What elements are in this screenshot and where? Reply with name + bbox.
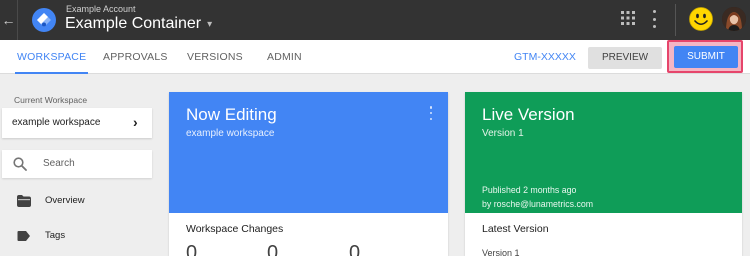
account-name: Example Account (66, 4, 136, 14)
change-count: 0 (186, 242, 198, 256)
tag-icon (17, 231, 30, 241)
search-input[interactable]: Search (2, 150, 152, 178)
tab-approvals[interactable]: APPROVALS (103, 40, 168, 74)
top-bar: ← Example Account Example Container ▾ (0, 0, 750, 40)
current-workspace-label: Current Workspace (14, 95, 88, 105)
published-time: Published 2 months ago (482, 185, 577, 195)
grid-apps-icon[interactable] (621, 11, 635, 25)
container-selector[interactable]: Example Container ▾ (65, 15, 212, 33)
change-count: 0 (267, 242, 279, 256)
workspace-name: example workspace (12, 117, 101, 128)
arrow-back-icon: ← (1, 12, 16, 28)
caret-down-icon: ▾ (207, 18, 213, 30)
card-menu-icon[interactable] (429, 106, 433, 120)
now-editing-card: Now Editing example workspace Workspace … (169, 92, 448, 256)
sidebar-item-overview[interactable]: Overview (2, 190, 152, 212)
search-placeholder: Search (43, 158, 75, 169)
sidebar-item-label: Overview (45, 195, 85, 206)
now-editing-workspace: example workspace (186, 128, 275, 139)
submit-button[interactable]: SUBMIT (674, 46, 738, 68)
live-version-number: Version 1 (482, 128, 524, 139)
live-version-header[interactable]: Live Version Version 1 Published 2 month… (465, 92, 742, 213)
workspace-selector[interactable]: example workspace › (2, 108, 152, 138)
workspace-changes-title: Workspace Changes (186, 223, 284, 235)
container-id-link[interactable]: GTM-XXXXX (514, 40, 576, 74)
topbar-divider (675, 4, 676, 36)
vertical-dots-icon[interactable] (649, 10, 659, 28)
sidebar-item-label: Tags (45, 230, 66, 241)
preview-button[interactable]: PREVIEW (588, 47, 662, 69)
latest-version-title: Latest Version (482, 223, 549, 235)
avatar[interactable] (722, 7, 746, 31)
change-count: 0 (349, 242, 361, 256)
nav-bar: WORKSPACE APPROVALS VERSIONS ADMIN GTM-X… (0, 40, 750, 74)
gtm-logo-icon[interactable] (32, 8, 56, 32)
now-editing-title: Now Editing (186, 105, 277, 124)
chevron-right-icon: › (133, 114, 138, 130)
smiley-face-icon[interactable] (689, 7, 713, 31)
live-version-title: Live Version (482, 105, 575, 124)
back-button[interactable]: ← (0, 0, 18, 40)
tab-admin[interactable]: ADMIN (267, 40, 302, 74)
latest-version-number: Version 1 (482, 248, 520, 256)
container-name: Example Container (65, 15, 202, 32)
published-by: by rosche@lunametrics.com (482, 199, 594, 209)
folder-icon (17, 195, 31, 207)
search-icon (13, 157, 27, 171)
live-version-card: Live Version Version 1 Published 2 month… (465, 92, 742, 256)
user-photo (722, 7, 746, 31)
now-editing-header: Now Editing example workspace (169, 92, 448, 213)
tab-workspace[interactable]: WORKSPACE (14, 40, 89, 74)
tab-versions[interactable]: VERSIONS (187, 40, 243, 74)
sidebar-item-tags[interactable]: Tags (2, 225, 152, 247)
